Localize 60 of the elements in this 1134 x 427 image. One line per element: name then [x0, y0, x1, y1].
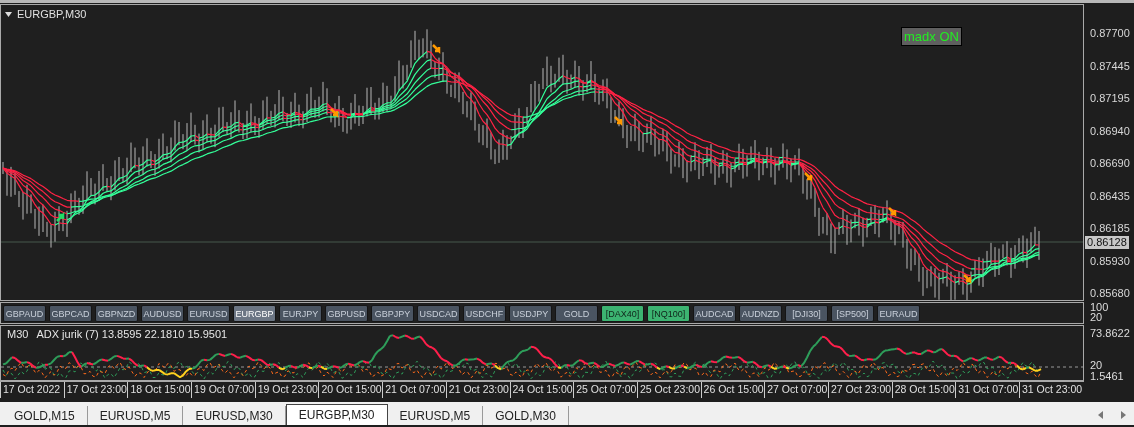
- time-label: 31 Oct 07:00: [955, 382, 1019, 398]
- current-price-label: 0.86128: [1085, 236, 1129, 249]
- time-label: 28 Oct 15:00: [891, 382, 956, 398]
- axis-label: 73.8622: [1090, 327, 1130, 339]
- indicator-status-label: madx ON: [901, 27, 962, 46]
- time-label: 20 Oct 15:00: [318, 382, 383, 398]
- time-label: 25 Oct 23:00: [636, 382, 701, 398]
- dropdown-icon[interactable]: [5, 11, 12, 17]
- symbol-button[interactable]: AUDCAD: [693, 305, 736, 322]
- symbol-button[interactable]: GBPCAD: [49, 305, 92, 322]
- axis-label: 20: [1090, 359, 1103, 371]
- time-label: 17 Oct 2022: [0, 382, 64, 398]
- symbol-button[interactable]: USDJPY: [509, 305, 552, 322]
- symbol-button[interactable]: USDCAD: [417, 305, 460, 322]
- time-label: 19 Oct 23:00: [254, 382, 319, 398]
- symbol-button[interactable]: EURGBP: [233, 305, 276, 322]
- symbol-button[interactable]: EURUSD: [187, 305, 230, 322]
- time-label: 27 Oct 07:00: [764, 382, 828, 398]
- time-label: 25 Oct 07:00: [573, 382, 637, 398]
- time-label: 27 Oct 23:00: [827, 382, 892, 398]
- price-label: 0.85680: [1090, 287, 1130, 299]
- scroll-right-icon[interactable]: [1118, 410, 1128, 420]
- axis-label: 100: [1090, 302, 1110, 312]
- symbol-button[interactable]: GBPUSD: [325, 305, 368, 322]
- axis-label: 20: [1090, 312, 1104, 322]
- symbol-button[interactable]: GBPAUD: [3, 305, 46, 322]
- time-label: 17 Oct 23:00: [63, 382, 128, 398]
- symbol-button[interactable]: [DJI30]: [785, 305, 828, 322]
- price-label: 0.86435: [1090, 189, 1130, 202]
- time-label: 24 Oct 15:00: [509, 382, 574, 398]
- symbol-button[interactable]: [NQ100]: [647, 305, 690, 322]
- price-label: 0.86940: [1090, 124, 1130, 137]
- price-label: 0.87445: [1090, 59, 1130, 72]
- price-label: 0.86690: [1090, 157, 1130, 169]
- price-label: 0.86185: [1090, 222, 1130, 234]
- symbol-button[interactable]: EURJPY: [279, 305, 322, 322]
- chart-tab[interactable]: EURGBP,M30: [285, 404, 388, 425]
- symbol-button[interactable]: AUDUSD: [141, 305, 184, 322]
- symbol-button[interactable]: [SP500]: [831, 305, 874, 322]
- axis-label: 1.5461: [1090, 370, 1124, 381]
- chart-title: EURGBP,M30: [17, 8, 87, 20]
- time-label: 21 Oct 23:00: [445, 382, 510, 398]
- symbol-button[interactable]: USDCHF: [463, 305, 506, 322]
- price-label: 0.85930: [1090, 254, 1130, 267]
- time-label: 31 Oct 23:00: [1019, 382, 1083, 398]
- price-label: 0.87195: [1090, 92, 1130, 104]
- price-label: 0.87700: [1090, 27, 1130, 39]
- symbol-button[interactable]: GBPJPY: [371, 305, 414, 322]
- scroll-left-icon[interactable]: [1096, 410, 1106, 420]
- time-label: 19 Oct 07:00: [191, 382, 255, 398]
- symbol-button[interactable]: EURAUD: [877, 305, 920, 322]
- indicator-timeframe: M30: [7, 328, 29, 340]
- time-label: 21 Oct 07:00: [382, 382, 446, 398]
- symbol-button[interactable]: AUDNZD: [739, 305, 782, 322]
- indicator-legend: ADX jurik (7) 13.8595 22.1810 15.9501: [36, 328, 228, 340]
- symbol-button[interactable]: GOLD: [555, 305, 598, 322]
- time-label: 26 Oct 15:00: [700, 382, 765, 398]
- symbol-button[interactable]: [DAX40]: [601, 305, 644, 322]
- time-label: 18 Oct 15:00: [127, 382, 192, 398]
- symbol-button[interactable]: GBPNZD: [95, 305, 138, 322]
